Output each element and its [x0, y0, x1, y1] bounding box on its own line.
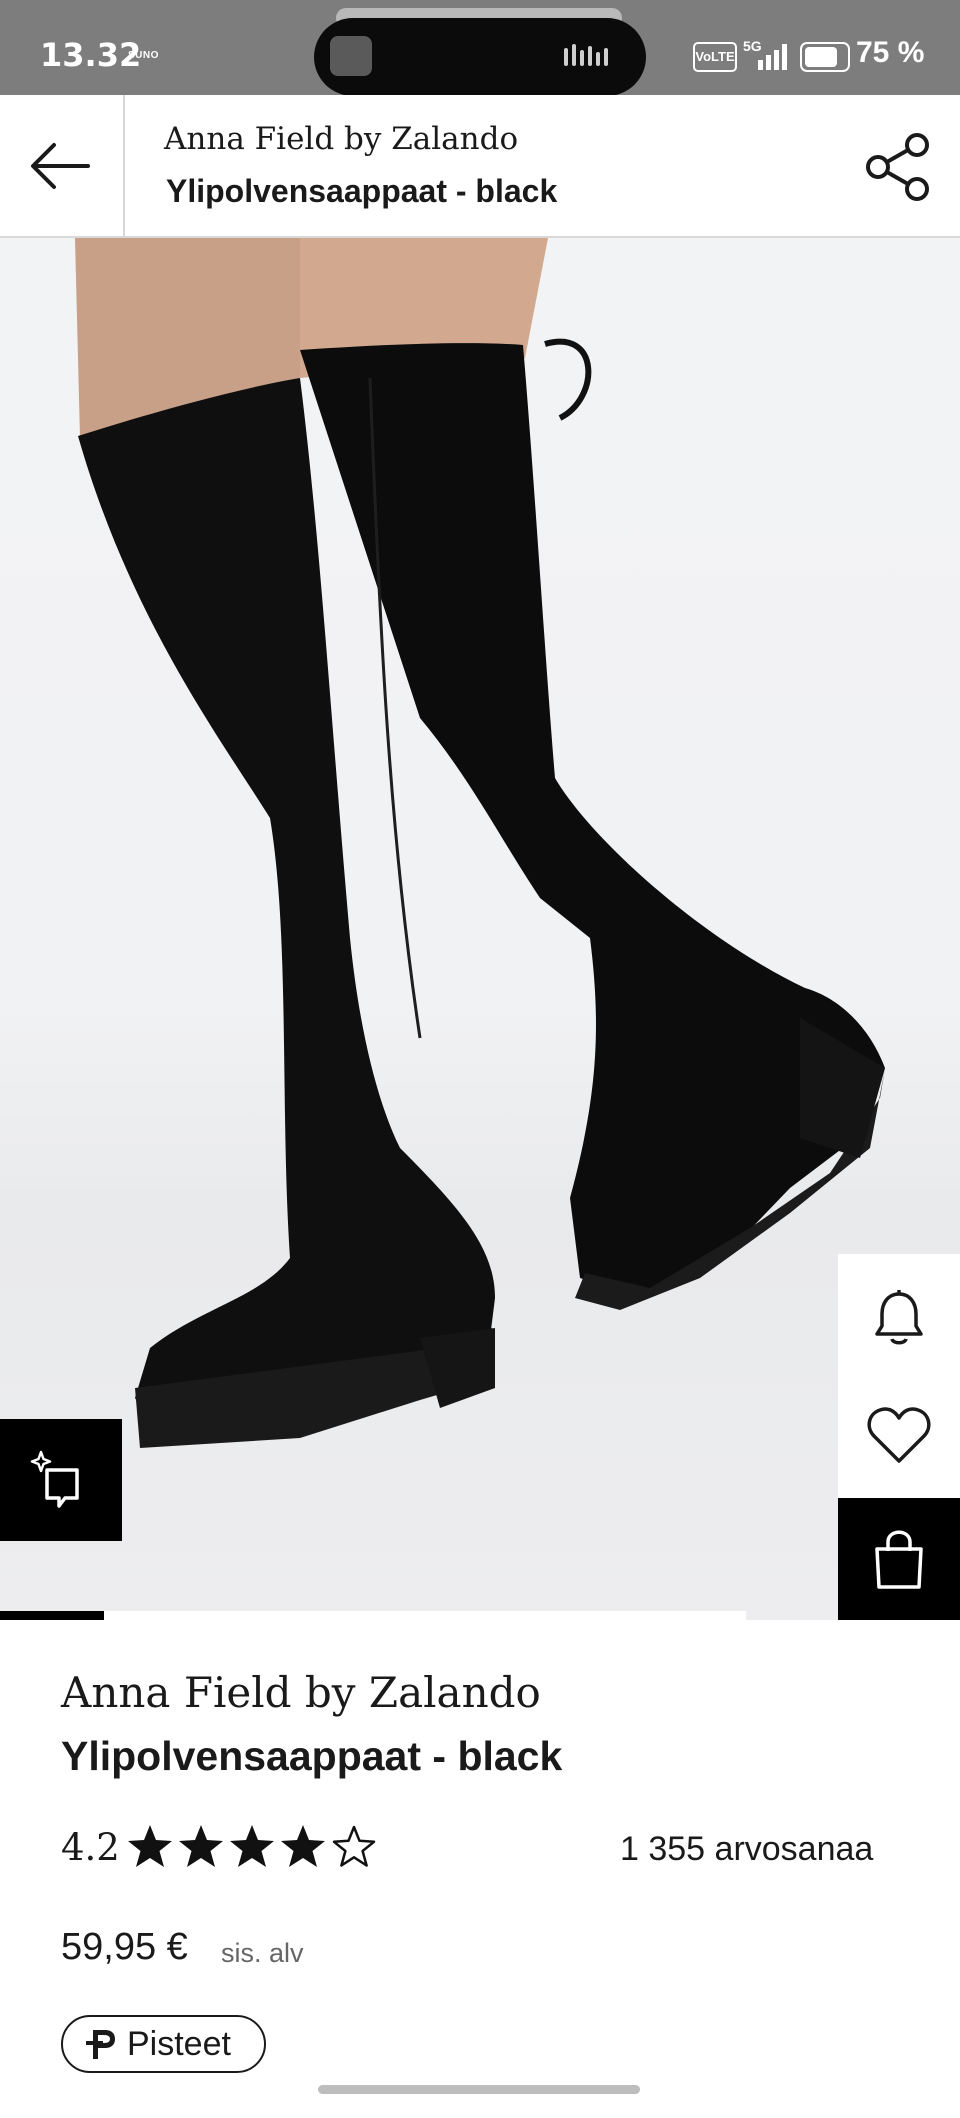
status-time-sub: SUNO	[128, 50, 159, 61]
notify-button[interactable]	[838, 1264, 960, 1374]
sparkle-chat-icon	[30, 1450, 79, 1508]
share-icon	[866, 133, 929, 201]
rating-value: 4.2	[61, 1826, 120, 1869]
header-brand: Anna Field by Zalando	[164, 121, 519, 157]
product-name: Ylipolvensaappaat - black	[61, 1733, 563, 1779]
star-empty-icon	[330, 1822, 381, 1870]
header-product-name: Ylipolvensaappaat - black	[166, 173, 558, 209]
share-button[interactable]	[860, 129, 936, 205]
star-filled-icon	[279, 1822, 330, 1870]
star-filled-icon	[228, 1822, 279, 1870]
volte-badge: VoLTE	[693, 42, 737, 72]
wishlist-button[interactable]	[838, 1380, 960, 1490]
gallery-progress-track	[0, 1611, 746, 1620]
points-icon	[86, 2030, 115, 2059]
points-label: Pisteet	[127, 2025, 231, 2063]
signal-icon	[758, 44, 790, 70]
heart-icon	[867, 1407, 931, 1463]
star-filled-icon	[126, 1822, 177, 1870]
bell-icon	[875, 1290, 923, 1345]
status-time: 13.32	[40, 36, 142, 74]
vat-note: sis. alv	[221, 1938, 304, 1968]
battery-icon	[800, 42, 850, 72]
status-bar: 13.32 SUNO VoLTE 5G 75 %	[0, 0, 960, 96]
home-indicator[interactable]	[318, 2085, 640, 2094]
add-to-bag-button[interactable]	[838, 1498, 960, 1620]
gallery-progress-indicator	[0, 1611, 104, 1620]
back-button[interactable]	[0, 95, 125, 236]
star-filled-icon	[177, 1822, 228, 1870]
audio-wave-icon	[564, 44, 620, 66]
shopping-bag-icon	[875, 1530, 923, 1589]
product-price: 59,95 €	[61, 1926, 188, 1968]
arrow-left-icon	[31, 143, 90, 189]
app-header: Anna Field by Zalando Ylipolvensaappaat …	[0, 95, 960, 238]
rating-stars[interactable]	[126, 1822, 381, 1870]
media-thumbnail-icon	[330, 36, 372, 76]
points-badge[interactable]: Pisteet	[61, 2015, 266, 2073]
product-brand[interactable]: Anna Field by Zalando	[61, 1668, 541, 1717]
boots-photo	[75, 238, 885, 1448]
rating-count[interactable]: 1 355 arvosanaa	[620, 1830, 873, 1869]
product-image[interactable]	[0, 238, 960, 1620]
battery-percent: 75 %	[856, 36, 925, 69]
ai-assistant-button[interactable]	[0, 1419, 122, 1541]
